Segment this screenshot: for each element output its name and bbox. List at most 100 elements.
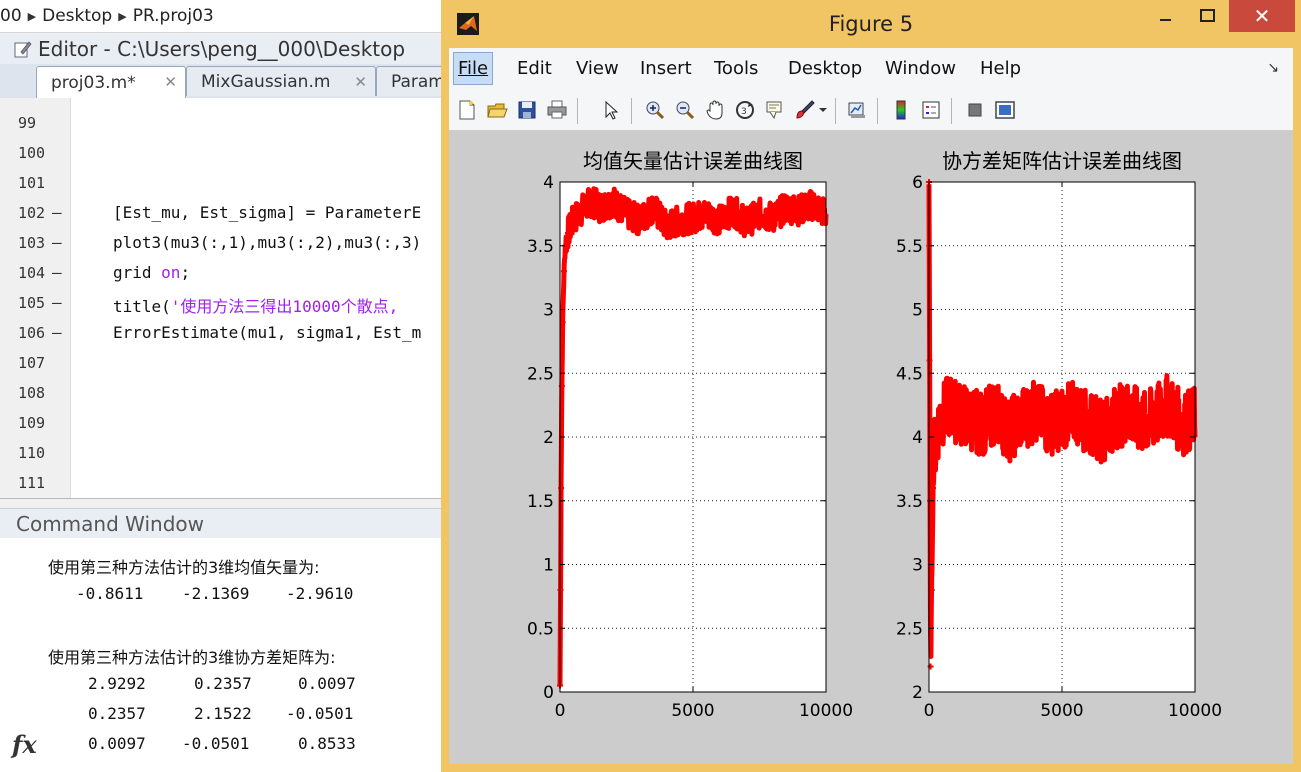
zoom-in-icon[interactable] bbox=[643, 98, 667, 122]
code-text: [Est_mu, Est_sigma] = ParameterE bbox=[113, 203, 422, 222]
code-line[interactable]: 106– ErrorEstimate(mu1, sigma1, Est_m bbox=[0, 318, 450, 348]
breakpoint-marker[interactable]: – bbox=[52, 203, 62, 222]
new-figure-icon[interactable] bbox=[455, 98, 479, 122]
cov-cell: 0.2357 bbox=[88, 704, 146, 723]
mean-value: -2.9610 bbox=[286, 584, 354, 603]
legend-icon[interactable] bbox=[919, 98, 943, 122]
tab-mixgaussian[interactable]: MixGaussian.m ✕ bbox=[186, 66, 376, 96]
menu-file[interactable]: File bbox=[453, 52, 494, 85]
y-tick-label: 0.5 bbox=[527, 619, 554, 639]
breadcrumb-item[interactable]: 00 bbox=[0, 6, 22, 26]
code-line[interactable]: 104– grid on; bbox=[0, 258, 450, 288]
colorbar-icon[interactable] bbox=[889, 98, 913, 122]
command-window[interactable]: 使用第三种方法估计的3维均值矢量为: -0.8611 -2.1369 -2.96… bbox=[0, 538, 450, 772]
close-icon[interactable]: ✕ bbox=[354, 73, 367, 91]
breakpoint-marker[interactable]: – bbox=[52, 293, 62, 312]
breadcrumb-item[interactable]: Desktop bbox=[42, 6, 112, 26]
x-tick-label: 0 bbox=[924, 701, 935, 721]
menu-window[interactable]: Window bbox=[885, 58, 956, 79]
function-browser-icon[interactable]: fx bbox=[12, 730, 37, 759]
code-text: ErrorEstimate(mu1, sigma1, Est_m bbox=[113, 323, 422, 342]
y-tick-label: 0 bbox=[543, 683, 554, 703]
hide-plot-tools-icon[interactable] bbox=[963, 98, 987, 122]
pointer-icon[interactable] bbox=[599, 98, 623, 122]
code-line[interactable]: 108 bbox=[0, 378, 450, 408]
breadcrumb: 00 ▶ Desktop ▶ PR.proj03 bbox=[0, 0, 450, 33]
breadcrumb-item[interactable]: PR.proj03 bbox=[133, 6, 214, 26]
close-button[interactable]: ✕ bbox=[1229, 0, 1295, 32]
y-tick-label: 2.5 bbox=[896, 619, 923, 639]
cov-cell: -0.0501 bbox=[286, 704, 354, 723]
zoom-out-icon[interactable] bbox=[673, 98, 697, 122]
figure-canvas[interactable]: 0 0.5 1 1.5 2 2.5 3 3.5 4 0 5000 10000 均值矢量估计误差曲线图 2 2… bbox=[449, 131, 1293, 764]
tab-param[interactable]: Param bbox=[376, 66, 450, 96]
tab-proj03[interactable]: proj03.m* ✕ bbox=[36, 66, 186, 98]
code-line[interactable]: 105– title('使用方法三得出10000个散点, bbox=[0, 288, 450, 318]
y-tick-label: 2 bbox=[543, 428, 554, 448]
cov-cell: 0.0097 bbox=[88, 734, 146, 753]
line-number: 108 bbox=[18, 384, 46, 402]
cov-cell: 2.9292 bbox=[88, 674, 146, 693]
code-line[interactable]: 99 bbox=[0, 108, 450, 138]
code-line[interactable]: 107 bbox=[0, 348, 450, 378]
code-line[interactable]: 103– plot3(mu3(:,1),mu3(:,2),mu3(:,3) bbox=[0, 228, 450, 258]
y-tick-label: 1 bbox=[543, 556, 554, 576]
rotate-3d-icon[interactable]: 3 bbox=[733, 98, 757, 122]
code-line[interactable]: 110 bbox=[0, 438, 450, 468]
breakpoint-marker[interactable]: – bbox=[52, 323, 62, 342]
data-cursor-icon[interactable] bbox=[763, 98, 787, 122]
figure-toolbar: 3 bbox=[449, 90, 1293, 131]
breakpoint-marker[interactable]: – bbox=[52, 263, 62, 282]
breakpoint-marker[interactable]: – bbox=[52, 233, 62, 252]
save-icon[interactable] bbox=[515, 98, 539, 122]
code-line[interactable]: 111 bbox=[0, 468, 450, 498]
chevron-down-icon[interactable] bbox=[817, 98, 829, 122]
chevron-right-icon: ▶ bbox=[118, 9, 127, 23]
menu-tools[interactable]: Tools bbox=[714, 58, 758, 79]
code-editor[interactable]: 99 100 101 102– [Est_mu, Est_sigma] = Parame… bbox=[0, 98, 450, 499]
pan-icon[interactable] bbox=[703, 98, 727, 122]
figure-window: Figure 5 ✕ File Edit View Insert Tools D… bbox=[441, 0, 1301, 772]
line-number: 103 bbox=[18, 234, 46, 252]
axes-1: 0 0.5 1 1.5 2 2.5 3 3.5 4 0 5000 10000 均值矢量估计误差曲线图 bbox=[527, 149, 853, 721]
dock-arrow-icon[interactable]: ↘ bbox=[1267, 60, 1279, 76]
line-number: 99 bbox=[18, 114, 37, 132]
cov-cell: 2.1522 bbox=[194, 704, 252, 723]
line-number: 105 bbox=[18, 294, 46, 312]
show-plot-tools-icon[interactable] bbox=[993, 98, 1017, 122]
menu-help[interactable]: Help bbox=[980, 58, 1021, 79]
code-line[interactable]: 102– [Est_mu, Est_sigma] = ParameterE bbox=[0, 198, 450, 228]
maximize-button[interactable] bbox=[1189, 0, 1227, 32]
code-line[interactable]: 109 bbox=[0, 408, 450, 438]
menu-insert[interactable]: Insert bbox=[640, 58, 692, 79]
close-icon[interactable]: ✕ bbox=[164, 73, 177, 91]
y-tick-label: 3 bbox=[912, 556, 923, 576]
y-tick-label: 1.5 bbox=[527, 492, 554, 512]
code-line[interactable]: 100 bbox=[0, 138, 450, 168]
figure-title-bar[interactable]: Figure 5 ✕ bbox=[441, 0, 1301, 48]
editor-title-bar: Editor - C:\Users\peng__000\Desktop bbox=[0, 34, 450, 64]
menu-view[interactable]: View bbox=[576, 58, 619, 79]
toolbar-separator bbox=[835, 98, 836, 124]
x-tick-label: 10000 bbox=[799, 701, 853, 721]
print-icon[interactable] bbox=[545, 98, 569, 122]
line-number: 102 bbox=[18, 204, 46, 222]
minimize-button[interactable] bbox=[1147, 0, 1185, 32]
minimize-icon bbox=[1160, 19, 1171, 21]
link-plot-icon[interactable] bbox=[845, 98, 869, 122]
code-line[interactable]: 101 bbox=[0, 168, 450, 198]
command-window-title: Command Window bbox=[0, 508, 450, 538]
x-tick-label: 5000 bbox=[1040, 701, 1083, 721]
open-file-icon[interactable] bbox=[485, 98, 509, 122]
line-number: 111 bbox=[18, 474, 46, 492]
code-text: grid on; bbox=[113, 263, 191, 282]
cov-cell: 0.2357 bbox=[194, 674, 252, 693]
toolbar-separator bbox=[577, 98, 578, 124]
y-tick-label: 4 bbox=[912, 428, 923, 448]
editor-title: Editor - C:\Users\peng__000\Desktop bbox=[38, 37, 406, 61]
brush-icon[interactable] bbox=[793, 98, 817, 122]
toolbar-separator bbox=[877, 98, 878, 124]
menu-desktop[interactable]: Desktop bbox=[788, 58, 862, 79]
menu-edit[interactable]: Edit bbox=[517, 58, 552, 79]
figure-menu-bar: File Edit View Insert Tools Desktop Wind… bbox=[449, 48, 1293, 91]
